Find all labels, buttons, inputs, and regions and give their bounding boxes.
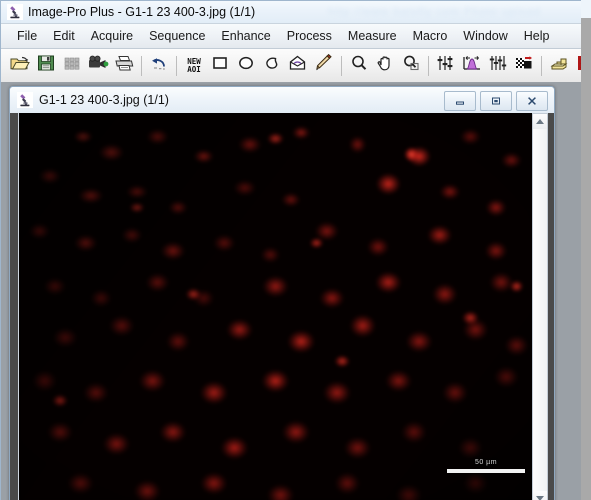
image-window-title: G1-1 23 400-3.jpg (1/1) xyxy=(39,93,169,107)
new-aoi-label: NEW AOI xyxy=(187,57,201,74)
rectangle-aoi-icon xyxy=(210,53,230,78)
open-folder-icon xyxy=(9,53,31,78)
pan-hand-button[interactable] xyxy=(372,53,398,79)
count-size-button[interactable] xyxy=(546,53,572,79)
contrast-sliders-button[interactable] xyxy=(433,53,459,79)
window-title: Image-Pro Plus - G1-1 23 400-3.jpg (1/1) xyxy=(28,5,256,19)
video-camera-icon xyxy=(87,53,109,78)
image-document-window: G1-1 23 400-3.jpg (1/1) 50 µm xyxy=(9,86,555,500)
measure-strip-button[interactable] xyxy=(572,53,581,79)
title-watermark: http //www batsfly com Photo upload xyxy=(292,2,577,22)
magic-wand-aoi-button[interactable] xyxy=(285,53,311,79)
toolbar-separator xyxy=(176,55,177,76)
menu-item-macro[interactable]: Macro xyxy=(405,27,456,46)
image-viewport[interactable]: 50 µm xyxy=(10,113,554,500)
screen: Image-Pro Plus - G1-1 23 400-3.jpg (1/1)… xyxy=(0,0,591,500)
menu-item-process[interactable]: Process xyxy=(279,27,340,46)
window-titlebar: Image-Pro Plus - G1-1 23 400-3.jpg (1/1)… xyxy=(1,1,581,23)
histogram-button[interactable] xyxy=(459,53,485,79)
scroll-thumb[interactable] xyxy=(533,129,547,491)
watermark-text: http //www batsfly com Photo upload xyxy=(328,6,541,18)
menu-item-file[interactable]: File xyxy=(9,27,45,46)
mdi-client-area: G1-1 23 400-3.jpg (1/1) 50 µm xyxy=(1,82,581,500)
desktop-background xyxy=(581,0,591,500)
desktop-top-strip xyxy=(581,0,591,18)
pan-hand-icon xyxy=(375,53,395,78)
chevron-up-icon xyxy=(536,119,544,124)
scale-bar-line xyxy=(447,469,525,473)
microscope-icon xyxy=(17,92,33,108)
close-button[interactable] xyxy=(516,91,548,111)
minimize-button[interactable] xyxy=(444,91,476,111)
application-window: Image-Pro Plus - G1-1 23 400-3.jpg (1/1)… xyxy=(0,0,581,500)
menu-item-sequence[interactable]: Sequence xyxy=(141,27,213,46)
toolbar: NEW AOI xyxy=(1,49,581,83)
levels-sliders-button[interactable] xyxy=(485,53,511,79)
thumbnails-button[interactable] xyxy=(59,53,85,79)
restore-button[interactable] xyxy=(480,91,512,111)
magic-wand-aoi-icon xyxy=(287,53,309,78)
scale-bar-label: 50 µm xyxy=(474,459,498,466)
toolbar-separator xyxy=(541,55,542,76)
chevron-down-icon xyxy=(536,496,544,500)
fluorescence-micrograph xyxy=(19,113,532,500)
scroll-up-arrow[interactable] xyxy=(533,114,547,129)
microscope-icon xyxy=(7,4,23,20)
scroll-down-arrow[interactable] xyxy=(533,491,547,500)
freehand-aoi-icon xyxy=(262,53,282,78)
acquire-video-button[interactable] xyxy=(85,53,111,79)
vertical-scrollbar[interactable] xyxy=(532,113,548,500)
levels-sliders-icon xyxy=(487,53,509,78)
count-size-icon xyxy=(548,53,570,78)
print-button[interactable] xyxy=(111,53,137,79)
new-aoi-button[interactable]: NEW AOI xyxy=(181,53,207,79)
menu-item-window[interactable]: Window xyxy=(455,27,515,46)
new-aoi-line2: AOI xyxy=(187,64,201,74)
save-disk-icon xyxy=(36,53,56,78)
open-folder-button[interactable] xyxy=(7,53,33,79)
ellipse-aoi-icon xyxy=(236,53,256,78)
ellipse-aoi-button[interactable] xyxy=(233,53,259,79)
image-window-controls xyxy=(444,91,548,111)
save-button[interactable] xyxy=(33,53,59,79)
zoom-button[interactable] xyxy=(346,53,372,79)
zoom-icon xyxy=(349,53,369,78)
undo-button[interactable] xyxy=(146,53,172,79)
menu-item-enhance[interactable]: Enhance xyxy=(213,27,278,46)
minimize-icon xyxy=(456,101,464,105)
undo-icon xyxy=(148,53,170,78)
toolbar-separator xyxy=(341,55,342,76)
histogram-icon xyxy=(461,53,483,78)
zoom-region-icon xyxy=(401,53,421,78)
print-icon xyxy=(113,53,135,78)
zoom-region-button[interactable] xyxy=(398,53,424,79)
menubar: File Edit Acquire Sequence Enhance Proce… xyxy=(1,23,581,49)
toolbar-separator xyxy=(141,55,142,76)
pencil-edit-button[interactable] xyxy=(311,53,337,79)
menu-item-acquire[interactable]: Acquire xyxy=(83,27,141,46)
image-window-titlebar: G1-1 23 400-3.jpg (1/1) xyxy=(10,87,554,113)
toolbar-separator xyxy=(428,55,429,76)
pencil-edit-icon xyxy=(313,53,335,78)
menu-item-measure[interactable]: Measure xyxy=(340,27,405,46)
rectangle-aoi-button[interactable] xyxy=(207,53,233,79)
close-icon xyxy=(528,97,536,105)
color-segmentation-icon xyxy=(513,53,535,78)
contrast-sliders-icon xyxy=(435,53,457,78)
scale-bar: 50 µm xyxy=(447,458,525,473)
menu-item-help[interactable]: Help xyxy=(516,27,558,46)
color-segmentation-button[interactable] xyxy=(511,53,537,79)
image-canvas[interactable]: 50 µm xyxy=(18,113,532,500)
freehand-aoi-button[interactable] xyxy=(259,53,285,79)
menu-item-edit[interactable]: Edit xyxy=(45,27,83,46)
restore-icon xyxy=(492,97,500,105)
thumbnails-grid-icon xyxy=(62,53,82,78)
